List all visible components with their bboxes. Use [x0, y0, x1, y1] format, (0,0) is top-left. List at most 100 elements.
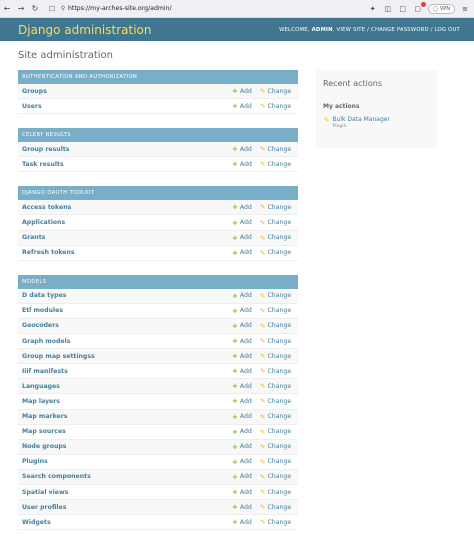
add-link[interactable]: + Add	[232, 307, 260, 315]
model-link[interactable]: Etl modules	[18, 307, 232, 314]
add-link[interactable]: + Add	[232, 203, 260, 211]
change-link[interactable]: ✎ Change	[260, 322, 298, 330]
model-link[interactable]: Grants	[18, 234, 232, 241]
change-link[interactable]: ✎ Change	[260, 234, 298, 242]
change-link[interactable]: ✎ Change	[260, 87, 298, 95]
change-link[interactable]: ✎ Change	[260, 307, 298, 315]
url-text[interactable]: https://my-arches-site.org/admin/	[68, 5, 172, 12]
reload-icon[interactable]: ↻	[28, 0, 42, 18]
model-link[interactable]: Group map settingss	[18, 353, 232, 360]
change-link[interactable]: ✎ Change	[260, 337, 298, 345]
back-icon[interactable]: ←	[0, 0, 14, 18]
model-link[interactable]: Users	[18, 103, 232, 110]
add-link[interactable]: + Add	[232, 219, 260, 227]
change-link[interactable]: ✎ Change	[260, 458, 298, 466]
model-row: Spatial views + Add ✎ Change	[18, 485, 298, 501]
model-link[interactable]: Map layers	[18, 398, 232, 405]
add-link[interactable]: + Add	[232, 413, 260, 421]
pencil-icon: ✎	[260, 291, 266, 300]
add-link[interactable]: + Add	[232, 473, 260, 481]
change-link[interactable]: ✎ Change	[260, 145, 298, 153]
log-out-link[interactable]: LOG OUT	[435, 27, 460, 33]
add-link[interactable]: + Add	[232, 518, 260, 526]
extensions-icon[interactable]: ✦	[368, 5, 378, 13]
add-link[interactable]: + Add	[232, 234, 260, 242]
module-caption[interactable]: DJANGO OAUTH TOOLKIT	[18, 186, 298, 201]
change-link[interactable]: ✎ Change	[260, 292, 298, 300]
change-link[interactable]: ✎ Change	[260, 413, 298, 421]
model-link[interactable]: Spatial views	[18, 489, 232, 496]
model-link[interactable]: Geocoders	[18, 322, 232, 329]
menu-icon[interactable]: ≡	[460, 5, 470, 13]
model-link[interactable]: Groups	[18, 88, 232, 95]
change-link[interactable]: ✎ Change	[260, 397, 298, 405]
module-caption[interactable]: AUTHENTICATION AND AUTHORIZATION	[18, 70, 298, 84]
recent-action-name[interactable]: Bulk Data Manager	[332, 116, 390, 123]
lock-icon[interactable]: ⚲	[58, 5, 68, 12]
add-link[interactable]: + Add	[232, 458, 260, 466]
add-link[interactable]: + Add	[232, 503, 260, 511]
forward-icon[interactable]: →	[14, 0, 28, 18]
add-link[interactable]: + Add	[232, 352, 260, 360]
change-password-link[interactable]: CHANGE PASSWORD	[371, 27, 429, 33]
recent-action-item[interactable]: ✎ Bulk Data Manager Plugin	[316, 110, 437, 129]
change-link[interactable]: ✎ Change	[260, 367, 298, 375]
model-link[interactable]: D data types	[18, 292, 232, 299]
add-link[interactable]: + Add	[232, 160, 260, 168]
add-link[interactable]: + Add	[232, 87, 260, 95]
change-link[interactable]: ✎ Change	[260, 518, 298, 526]
notification-icon[interactable]: ▢	[413, 1, 426, 13]
model-link[interactable]: Node groups	[18, 443, 232, 450]
model-row: Etl modules + Add ✎ Change	[18, 304, 298, 319]
change-link[interactable]: ✎ Change	[260, 488, 298, 496]
add-link[interactable]: + Add	[232, 292, 260, 300]
add-link[interactable]: + Add	[232, 337, 260, 345]
model-row: Map sources + Add ✎ Change	[18, 425, 298, 440]
model-link[interactable]: Languages	[18, 383, 232, 390]
change-link[interactable]: ✎ Change	[260, 352, 298, 360]
model-link[interactable]: Map markers	[18, 413, 232, 420]
add-link[interactable]: + Add	[232, 145, 260, 153]
bookmark-icon[interactable]: ☐	[46, 5, 58, 13]
tab-icon[interactable]: □	[398, 5, 408, 13]
model-link[interactable]: Map sources	[18, 428, 232, 435]
change-link[interactable]: ✎ Change	[260, 503, 298, 511]
site-name[interactable]: Django administration	[18, 23, 151, 37]
model-link[interactable]: User profiles	[18, 504, 232, 511]
add-link[interactable]: + Add	[232, 443, 260, 451]
model-link[interactable]: Widgets	[18, 519, 232, 526]
vpn-button[interactable]: ◯ VPN	[427, 3, 455, 14]
add-link[interactable]: + Add	[232, 322, 260, 330]
add-link[interactable]: + Add	[232, 249, 260, 257]
model-link[interactable]: Plugins	[18, 458, 232, 465]
model-link[interactable]: Search components	[18, 473, 232, 480]
change-link[interactable]: ✎ Change	[260, 160, 298, 168]
pencil-icon: ✎	[260, 503, 266, 512]
sidebar-icon[interactable]: ◫	[383, 5, 393, 13]
model-link[interactable]: Iiif manifests	[18, 368, 232, 375]
add-link[interactable]: + Add	[232, 397, 260, 405]
model-link[interactable]: Task results	[18, 161, 232, 168]
change-link[interactable]: ✎ Change	[260, 428, 298, 436]
model-link[interactable]: Graph models	[18, 338, 232, 345]
change-link[interactable]: ✎ Change	[260, 473, 298, 481]
change-link[interactable]: ✎ Change	[260, 102, 298, 110]
change-link[interactable]: ✎ Change	[260, 249, 298, 257]
model-link[interactable]: Access tokens	[18, 204, 232, 211]
change-link[interactable]: ✎ Change	[260, 219, 298, 227]
module-caption[interactable]: MODELS	[18, 274, 298, 289]
model-link[interactable]: Group results	[18, 146, 232, 153]
change-link[interactable]: ✎ Change	[260, 203, 298, 211]
change-link[interactable]: ✎ Change	[260, 443, 298, 451]
add-link[interactable]: + Add	[232, 488, 260, 496]
model-link[interactable]: Applications	[18, 219, 232, 226]
change-link[interactable]: ✎ Change	[260, 382, 298, 390]
add-link[interactable]: + Add	[232, 428, 260, 436]
model-link[interactable]: Refresh tokens	[18, 249, 232, 256]
address-bar[interactable]: ☐ ⚲ https://my-arches-site.org/admin/	[46, 2, 326, 15]
add-link[interactable]: + Add	[232, 382, 260, 390]
module-caption[interactable]: CELERY RESULTS	[18, 128, 298, 143]
add-link[interactable]: + Add	[232, 367, 260, 375]
view-site-link[interactable]: VIEW SITE	[337, 27, 366, 33]
add-link[interactable]: + Add	[232, 102, 260, 110]
